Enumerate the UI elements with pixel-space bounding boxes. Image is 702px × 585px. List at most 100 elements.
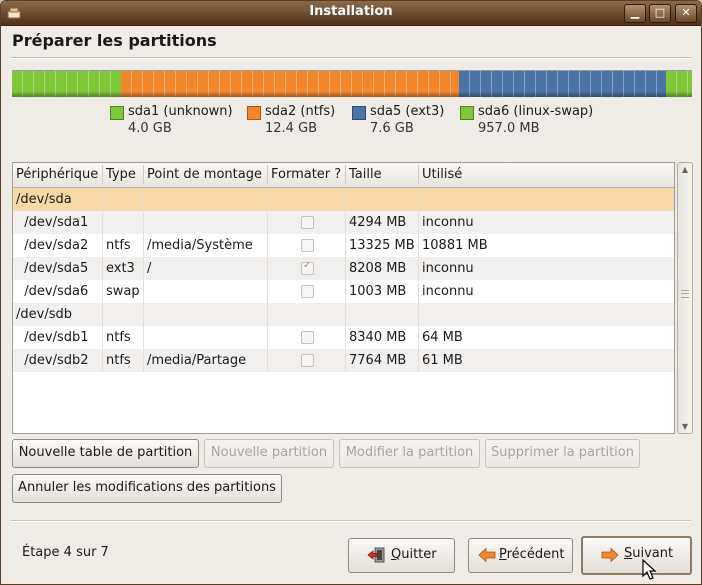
cell-divider <box>345 349 346 372</box>
column-divider[interactable] <box>143 165 144 184</box>
scroll-down-icon[interactable]: ▼ <box>678 422 692 431</box>
column-header[interactable]: Utilisé <box>422 167 462 182</box>
title-bar[interactable]: Installation ▁ □ ✕ <box>1 1 701 26</box>
quit-button[interactable]: Quitter <box>348 538 455 573</box>
column-header[interactable]: Point de montage <box>147 167 262 182</box>
format-checkbox[interactable] <box>301 354 314 367</box>
cell-size: 1003 MB <box>349 284 407 299</box>
window-title: Installation <box>309 4 393 19</box>
format-checkbox[interactable] <box>301 285 314 298</box>
column-header[interactable]: Formater ? <box>271 167 341 182</box>
cell-divider <box>143 303 144 326</box>
format-checkbox[interactable] <box>301 239 314 252</box>
cell-divider <box>102 211 103 234</box>
cell-divider <box>267 234 268 257</box>
table-row[interactable]: /dev/sdb <box>13 303 674 326</box>
table-row[interactable]: /dev/sda6 swap 1003 MB inconnu <box>13 280 674 303</box>
table-row[interactable]: /dev/sdb2 ntfs/media/Partage 7764 MB 61 MB <box>13 349 674 372</box>
new-partition-table-button[interactable]: Nouvelle table de partition <box>12 439 199 468</box>
cell-device: /dev/sda5 <box>16 261 89 276</box>
cell-size: 7764 MB <box>349 353 407 368</box>
cell-divider <box>345 326 346 349</box>
legend-swatch <box>352 106 366 120</box>
cell-mount: / <box>147 261 152 276</box>
table-scrollbar[interactable]: ▲ ▼ <box>677 162 693 434</box>
column-divider[interactable] <box>345 165 346 184</box>
format-checkbox[interactable] <box>301 216 314 229</box>
cell-divider <box>418 211 419 234</box>
cell-divider <box>267 326 268 349</box>
revert-changes-button[interactable]: Annuler les modifications des partitions <box>12 474 282 503</box>
next-button[interactable]: Suivant <box>581 536 692 575</box>
disk-segment-unknown <box>12 71 121 97</box>
cell-divider <box>143 280 144 303</box>
table-row[interactable]: /dev/sda5 ext3 / 8208 MB inconnu <box>13 257 674 280</box>
cell-used: inconnu <box>422 261 474 276</box>
cell-divider <box>102 349 103 372</box>
maximize-button[interactable]: □ <box>649 4 671 23</box>
column-divider[interactable] <box>102 165 103 184</box>
legend-size: 4.0 GB <box>128 121 172 136</box>
cell-type: ntfs <box>106 330 131 345</box>
legend-size: 7.6 GB <box>370 121 414 136</box>
cell-divider <box>418 303 419 326</box>
cell-used: inconnu <box>422 284 474 299</box>
back-button[interactable]: Précédent <box>468 538 573 573</box>
legend-name: sda6 (linux-swap) <box>478 104 594 119</box>
legend-swatch <box>247 106 261 120</box>
delete-partition-button[interactable]: Supprimer la partition <box>485 439 640 468</box>
cell-divider <box>267 280 268 303</box>
back-label: récédent <box>506 547 565 562</box>
cell-divider <box>418 326 419 349</box>
cell-size: 4294 MB <box>349 215 407 230</box>
cell-divider <box>102 326 103 349</box>
format-checkbox[interactable] <box>301 260 314 275</box>
column-divider[interactable] <box>267 165 268 184</box>
cell-divider <box>267 188 268 211</box>
quit-icon <box>367 547 385 563</box>
arrow-left-icon <box>478 547 496 563</box>
partition-table[interactable]: Périphérique Type Point de montage Formater… <box>12 162 675 434</box>
cell-used: 61 MB <box>422 353 463 368</box>
page-title: Préparer les partitions <box>12 31 217 50</box>
cell-divider <box>345 188 346 211</box>
legend-name: sda1 (unknown) <box>128 104 233 119</box>
cell-divider <box>102 234 103 257</box>
cell-divider <box>267 303 268 326</box>
modify-partition-button[interactable]: Modifier la partition <box>339 439 480 468</box>
cell-divider <box>345 234 346 257</box>
column-divider[interactable] <box>418 165 419 184</box>
cell-device: /dev/sda1 <box>16 215 89 230</box>
cell-divider <box>418 188 419 211</box>
cell-type: swap <box>106 284 140 299</box>
format-checkbox[interactable] <box>301 331 314 344</box>
quit-mnemonic: Q <box>391 547 402 562</box>
cell-divider <box>418 280 419 303</box>
table-row[interactable]: /dev/sda2 ntfs/media/Système 13325 MB 10881… <box>13 234 674 257</box>
table-row[interactable]: /dev/sdb1 ntfs 8340 MB 64 MB <box>13 326 674 349</box>
scroll-grip-icon[interactable] <box>681 290 689 298</box>
table-row[interactable]: /dev/sda1 4294 MB inconnu <box>13 211 674 234</box>
column-header[interactable]: Type <box>106 167 136 182</box>
column-header[interactable]: Périphérique <box>16 167 98 182</box>
column-header[interactable]: Taille <box>349 167 382 182</box>
divider <box>11 520 691 522</box>
legend-name: sda5 (ext3) <box>370 104 445 119</box>
disk-segment-ext3 <box>459 71 666 97</box>
minimize-button[interactable]: ▁ <box>624 4 646 23</box>
cell-divider <box>345 303 346 326</box>
close-button[interactable]: ✕ <box>675 4 697 23</box>
installer-window: Installation ▁ □ ✕ Préparer les partitio… <box>0 0 702 585</box>
back-mnemonic: P <box>499 547 507 562</box>
cell-mount: /media/Système <box>147 238 253 253</box>
cell-divider <box>143 326 144 349</box>
table-row[interactable]: /dev/sda <box>13 188 674 211</box>
cell-divider <box>102 257 103 280</box>
new-partition-button[interactable]: Nouvelle partition <box>204 439 334 468</box>
cell-divider <box>143 349 144 372</box>
cell-divider <box>267 211 268 234</box>
cell-device: /dev/sda2 <box>16 238 89 253</box>
scroll-up-icon[interactable]: ▲ <box>678 165 692 174</box>
legend-swatch <box>110 106 124 120</box>
cell-device: /dev/sdb1 <box>16 330 89 345</box>
